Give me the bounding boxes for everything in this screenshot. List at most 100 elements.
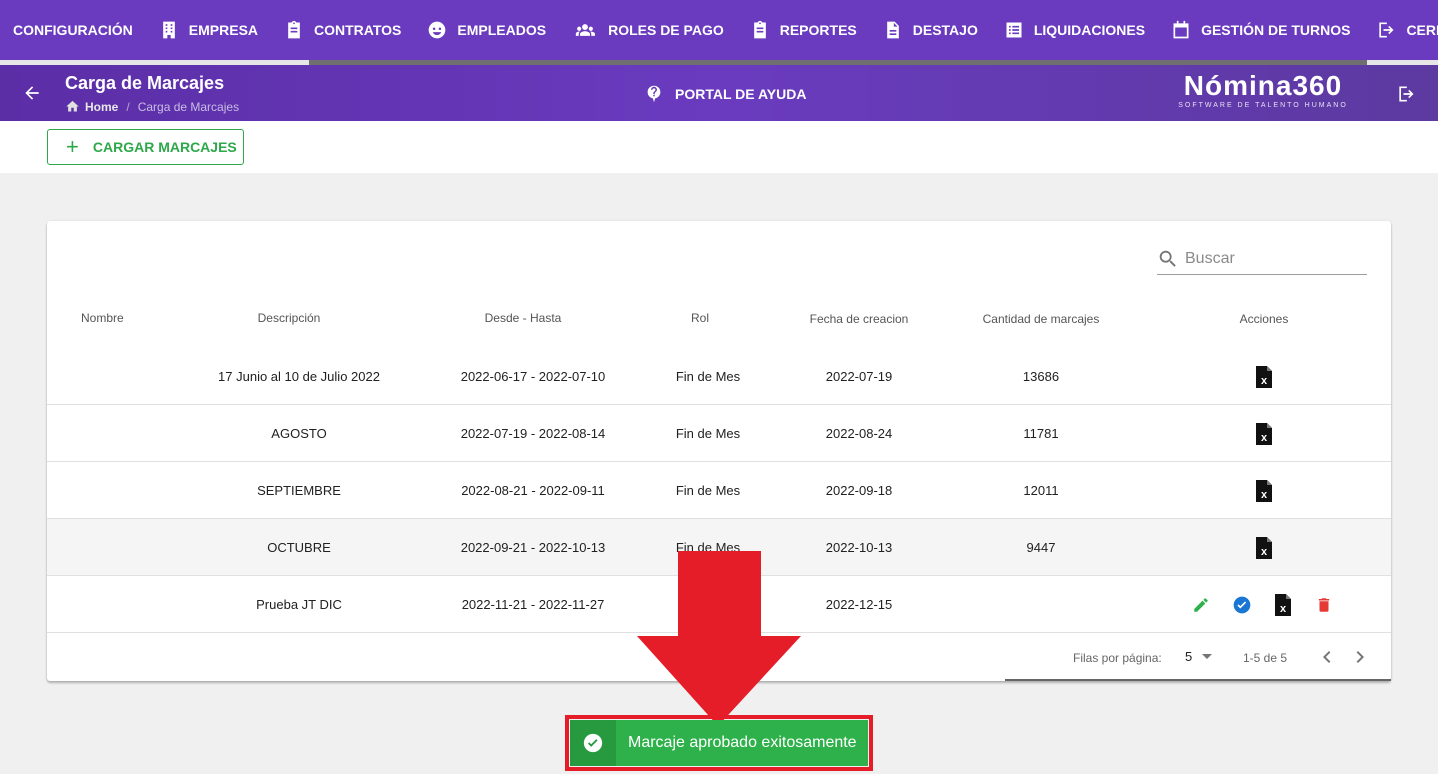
cell-nombre [81, 576, 123, 633]
arrow-back-icon [25, 86, 39, 100]
row-actions: x [1254, 405, 1274, 462]
rows-per-page-label: Filas por página: [1073, 651, 1162, 665]
nav-destajo[interactable]: DESTAJO [870, 0, 991, 60]
logout-icon [1379, 22, 1394, 38]
excel-file-icon: x [1256, 422, 1272, 445]
search-box[interactable] [1157, 243, 1367, 275]
cell-fecha: 2022-08-24 [825, 426, 893, 441]
excel-export-button[interactable]: x [1273, 593, 1293, 616]
cell-rango: 2022-09-21 - 2022-10-13 [460, 540, 606, 555]
plus-icon: + [66, 134, 79, 159]
nav-empresa[interactable]: EMPRESA [146, 0, 271, 60]
cell-cantidad: 13686 [1022, 369, 1060, 384]
nav-configuracion[interactable]: CONFIGURACIÓN [0, 0, 146, 60]
nav-label: DESTAJO [912, 22, 978, 38]
logout-icon [1399, 86, 1414, 102]
approve-button[interactable] [1232, 594, 1252, 616]
nav-empleados[interactable]: EMPLEADOS [414, 0, 559, 60]
trash-icon [1318, 597, 1330, 612]
excel-export-button[interactable]: x [1254, 479, 1274, 502]
column-header-cantidad[interactable]: Cantidad de marcajes [971, 312, 1111, 326]
clipboard-icon [288, 20, 300, 39]
column-header-descripcion[interactable]: Descripción [219, 311, 359, 325]
nav-gestion-de-turnos[interactable]: GESTIÓN DE TURNOS [1158, 0, 1363, 60]
help-label: PORTAL DE AYUDA [675, 86, 807, 102]
column-header-nombre[interactable]: Nombre [81, 311, 124, 325]
table-row: 17 Junio al 10 de Julio 2022 2022-06-17 … [47, 348, 1391, 405]
nav-roles-de-pago[interactable]: ROLES DE PAGO [559, 0, 737, 60]
snackbar-icon-wrap [570, 720, 616, 766]
excel-export-button[interactable]: x [1254, 422, 1274, 445]
logo-sub: SOFTWARE DE TALENTO HUMANO [1178, 102, 1348, 109]
prev-page-button[interactable] [1315, 645, 1339, 669]
table-row: SEPTIEMBRE 2022-08-21 - 2022-09-11 Fin d… [47, 462, 1391, 519]
cell-rango: 2022-07-19 - 2022-08-14 [460, 426, 606, 441]
edit-button[interactable] [1191, 594, 1211, 616]
nav-reportes[interactable]: REPORTES [737, 0, 870, 60]
nav-cerrar[interactable]: CERRA [1363, 0, 1438, 60]
calendar-icon [1173, 20, 1189, 39]
dropdown-caret-icon [1202, 654, 1213, 659]
cell-rango: 2022-11-21 - 2022-11-27 [461, 597, 605, 612]
column-header-desde-hasta[interactable]: Desde - Hasta [453, 311, 593, 325]
cell-rol: Fin de Mes [675, 426, 741, 441]
face-icon [429, 21, 446, 39]
help-icon [647, 85, 661, 103]
load-markings-button[interactable]: + CARGAR MARCAJES [47, 129, 244, 165]
excel-export-button[interactable]: x [1254, 365, 1274, 388]
column-header-fecha[interactable]: Fecha de creacion [799, 312, 919, 326]
cell-rango: 2022-08-21 - 2022-09-11 [461, 483, 605, 498]
cell-fecha: 2022-09-18 [825, 483, 893, 498]
cell-nombre [81, 405, 123, 462]
table-row: AGOSTO 2022-07-19 - 2022-08-14 Fin de Me… [47, 405, 1391, 462]
check-circle-icon [1233, 596, 1251, 613]
nav-label: EMPRESA [188, 22, 259, 38]
cell-descripcion: OCTUBRE [267, 540, 331, 555]
svg-text:x: x [1261, 432, 1268, 444]
rows-per-page-select[interactable]: 5 [1185, 649, 1213, 664]
document-icon [886, 21, 899, 39]
group-icon [575, 24, 596, 36]
breadcrumb: Home / Carga de Marcajes [65, 99, 239, 114]
next-page-button[interactable] [1348, 645, 1372, 669]
row-actions: x [1254, 348, 1274, 405]
building-icon [162, 21, 175, 39]
cell-descripcion: SEPTIEMBRE [257, 483, 341, 498]
card-bottom-line [1005, 679, 1391, 681]
nav-label: GESTIÓN DE TURNOS [1201, 22, 1351, 38]
nav-label: CONFIGURACIÓN [13, 22, 133, 38]
cell-descripcion: AGOSTO [271, 426, 327, 441]
column-header-rol[interactable]: Rol [670, 311, 730, 325]
nav-contratos[interactable]: CONTRATOS [271, 0, 414, 60]
excel-file-icon: x [1256, 365, 1272, 388]
cell-cantidad [981, 576, 1101, 633]
nav-label: CONTRATOS [314, 22, 402, 38]
nav-label: ROLES DE PAGO [608, 22, 724, 38]
delete-button[interactable] [1314, 594, 1334, 616]
row-actions: x [1191, 576, 1334, 633]
cell-rol: Fin de Mes [675, 369, 741, 384]
top-nav: CONFIGURACIÓN EMPRESA CONTRATOS EMPLEADO… [0, 0, 1438, 60]
search-input[interactable] [1185, 249, 1355, 268]
cell-rango: 2022-06-17 - 2022-07-10 [460, 369, 606, 384]
excel-file-icon: x [1256, 536, 1272, 559]
back-button[interactable] [22, 83, 42, 103]
svg-text:x: x [1261, 546, 1268, 558]
nav-liquidaciones[interactable]: LIQUIDACIONES [991, 0, 1158, 60]
excel-file-icon: x [1256, 479, 1272, 502]
breadcrumb-home[interactable]: Home [85, 100, 118, 114]
excel-export-button[interactable]: x [1254, 536, 1274, 559]
cell-nombre [81, 348, 123, 405]
logo: Nómina360 SOFTWARE DE TALENTO HUMANO [1170, 71, 1356, 110]
chevron-left-icon [1323, 651, 1331, 663]
logout-button[interactable] [1396, 84, 1416, 104]
snackbar-message: Marcaje aprobado exitosamente [628, 734, 857, 751]
page-title: Carga de Marcajes [65, 73, 225, 93]
cell-descripcion: Prueba JT DIC [256, 597, 342, 612]
cell-rol [658, 576, 758, 633]
nav-label: CERRA [1406, 22, 1438, 38]
help-portal-link[interactable]: PORTAL DE AYUDA [645, 85, 806, 103]
column-header-acciones: Acciones [1239, 312, 1289, 326]
excel-file-icon: x [1275, 593, 1291, 616]
cell-rol: Fin de Mes [675, 483, 741, 498]
